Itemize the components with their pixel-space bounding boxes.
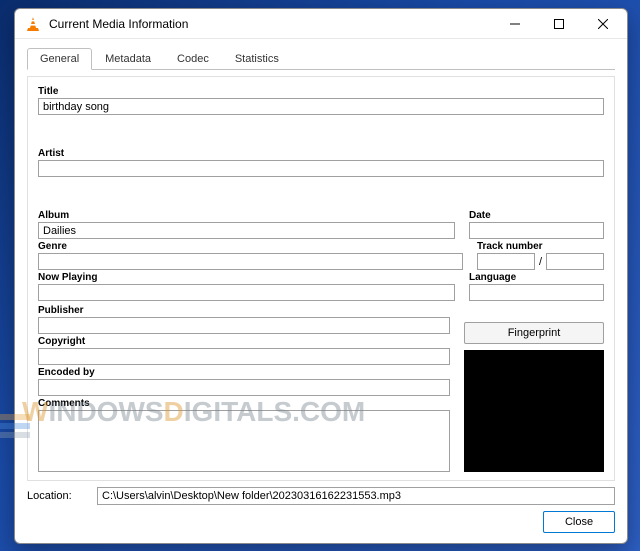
- comments-label: Comments: [38, 397, 450, 410]
- close-button[interactable]: Close: [543, 511, 615, 533]
- track-slash: /: [539, 256, 542, 268]
- encodedby-input[interactable]: [38, 379, 450, 396]
- tab-row: General Metadata Codec Statistics: [27, 47, 615, 70]
- general-panel: Title Artist Album Date Genre: [27, 76, 615, 481]
- location-input[interactable]: [97, 487, 615, 505]
- location-row: Location:: [27, 481, 615, 505]
- maximize-button[interactable]: [537, 10, 581, 38]
- date-input[interactable]: [469, 222, 604, 239]
- vlc-cone-icon: [25, 16, 41, 32]
- publisher-label: Publisher: [38, 304, 450, 317]
- minimize-button[interactable]: [493, 10, 537, 38]
- language-label: Language: [469, 271, 604, 284]
- tracknum-label: Track number: [477, 240, 604, 253]
- track-a-input[interactable]: [477, 253, 535, 270]
- location-label: Location:: [27, 490, 87, 502]
- copyright-label: Copyright: [38, 335, 450, 348]
- genre-input[interactable]: [38, 253, 463, 270]
- window-close-button[interactable]: [581, 10, 625, 38]
- album-label: Album: [38, 209, 455, 222]
- window-title: Current Media Information: [49, 17, 493, 31]
- album-input[interactable]: [38, 222, 455, 239]
- titlebar: Current Media Information: [15, 9, 627, 39]
- comments-input[interactable]: [38, 410, 450, 472]
- artist-label: Artist: [38, 147, 604, 160]
- nowplaying-input[interactable]: [38, 284, 455, 301]
- publisher-input[interactable]: [38, 317, 450, 334]
- genre-label: Genre: [38, 240, 463, 253]
- tab-statistics[interactable]: Statistics: [222, 48, 292, 70]
- tab-metadata[interactable]: Metadata: [92, 48, 164, 70]
- copyright-input[interactable]: [38, 348, 450, 365]
- encodedby-label: Encoded by: [38, 366, 450, 379]
- media-info-window: Current Media Information General Metada…: [14, 8, 628, 544]
- content-area: General Metadata Codec Statistics Title …: [15, 39, 627, 543]
- tab-codec[interactable]: Codec: [164, 48, 222, 70]
- nowplaying-label: Now Playing: [38, 271, 455, 284]
- date-label: Date: [469, 209, 604, 222]
- title-input[interactable]: [38, 98, 604, 115]
- language-input[interactable]: [469, 284, 604, 301]
- artist-input[interactable]: [38, 160, 604, 177]
- track-b-input[interactable]: [546, 253, 604, 270]
- title-label: Title: [38, 85, 604, 98]
- tab-general[interactable]: General: [27, 48, 92, 70]
- album-art-preview: [464, 350, 604, 472]
- fingerprint-button[interactable]: Fingerprint: [464, 322, 604, 344]
